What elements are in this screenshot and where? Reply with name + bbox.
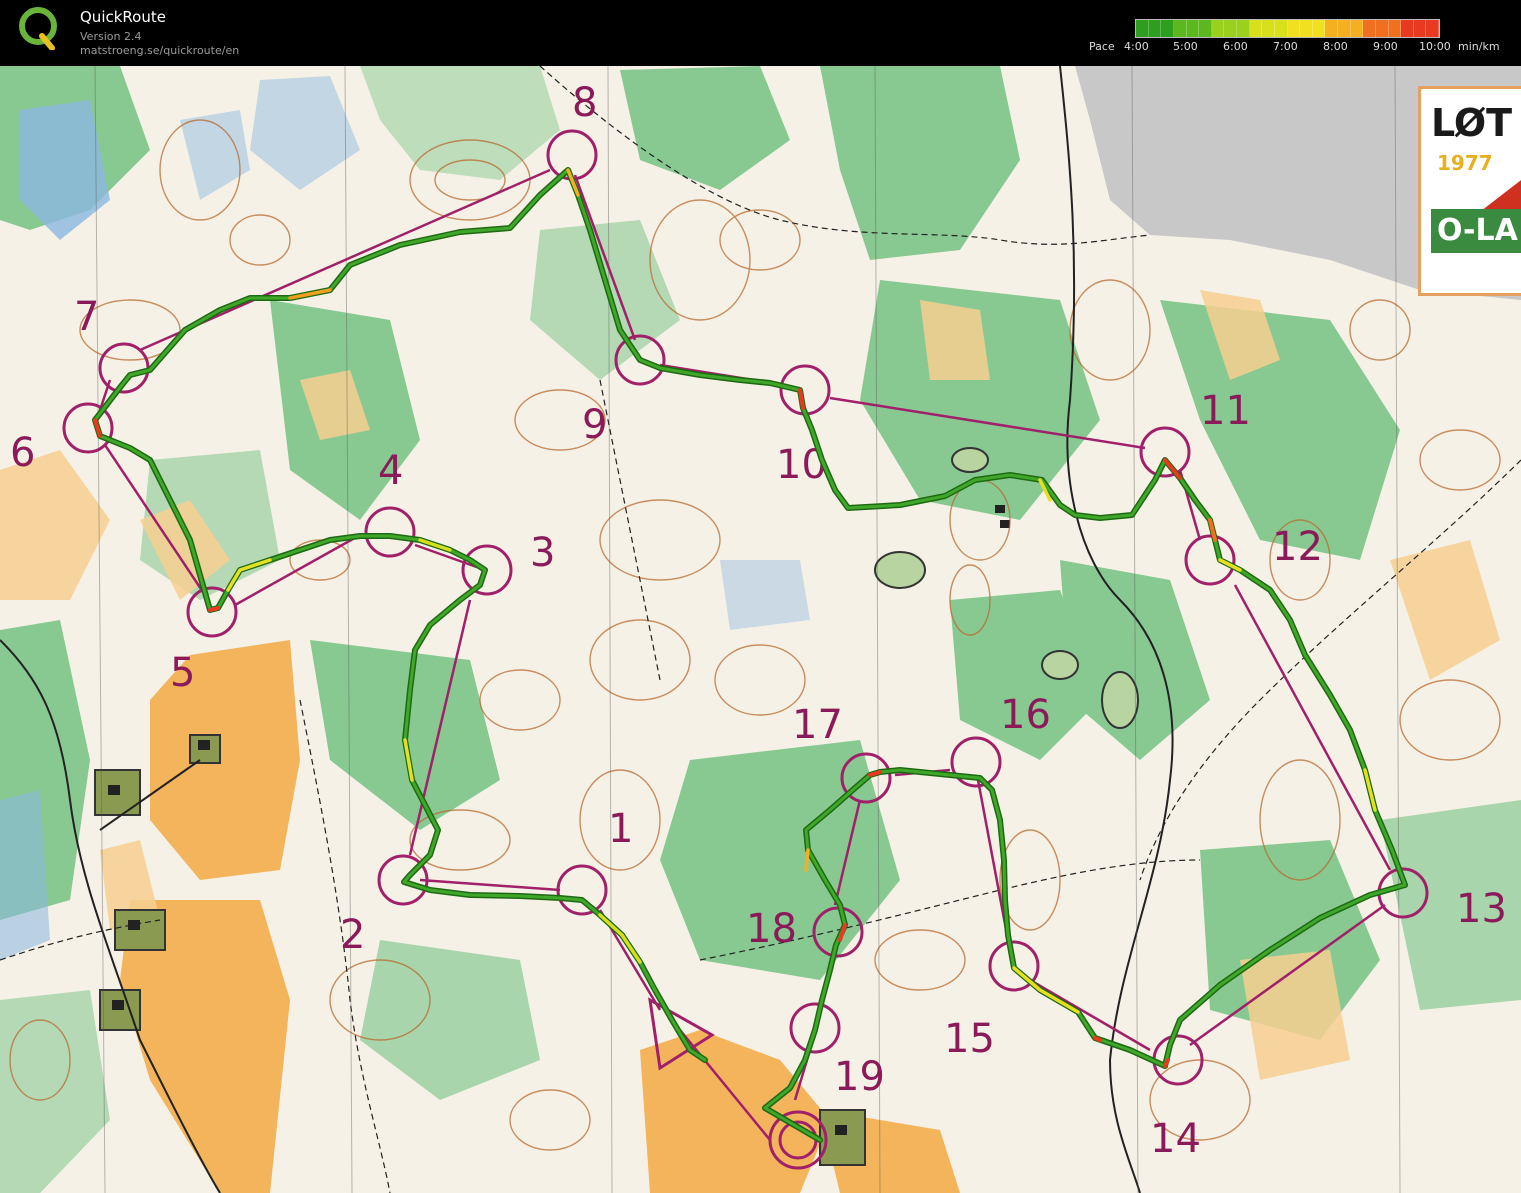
pace-color-cell [1350, 20, 1364, 37]
control-number: 19 [834, 1054, 885, 1100]
orienteering-map[interactable]: 1 2 3 4 5 6 7 8 9 10 11 12 13 14 15 16 1… [0, 66, 1521, 1193]
club-triangle-icon [1481, 177, 1521, 211]
pace-tick: 7:00 [1273, 40, 1298, 53]
pace-label: Pace [1089, 40, 1115, 53]
pace-color-cell [1186, 20, 1200, 37]
pace-color-cell [1224, 20, 1237, 37]
control-number: 5 [170, 650, 195, 696]
pace-tick: 9:00 [1373, 40, 1398, 53]
pace-color-cell [1211, 20, 1225, 37]
pace-unit: min/km [1458, 40, 1500, 53]
control-number: 18 [746, 906, 797, 952]
control-number: 13 [1456, 886, 1507, 932]
pace-color-cell [1136, 20, 1149, 37]
control-number: 1 [608, 806, 633, 852]
quickroute-logo-icon [19, 7, 57, 50]
control-number: 14 [1150, 1116, 1201, 1162]
pace-color-cell [1401, 20, 1414, 37]
pace-color-cell [1426, 20, 1439, 37]
control-number: 6 [10, 430, 35, 476]
control-number: 11 [1200, 388, 1251, 434]
control-number: 15 [944, 1016, 995, 1062]
pace-color-scale [1135, 19, 1440, 38]
pace-color-cell [1199, 20, 1212, 37]
pace-tick: 8:00 [1323, 40, 1348, 53]
pace-color-cell [1161, 20, 1174, 37]
pace-color-cell [1287, 20, 1301, 37]
pace-color-cell [1388, 20, 1402, 37]
app-url[interactable]: matstroeng.se/quickroute/en [80, 44, 239, 57]
pace-color-cell [1262, 20, 1275, 37]
control-number: 7 [74, 294, 99, 340]
pace-color-cell [1375, 20, 1389, 37]
pace-color-cell [1300, 20, 1313, 37]
control-number: 3 [530, 530, 555, 576]
pace-tick: 6:00 [1223, 40, 1248, 53]
pace-tick: 5:00 [1173, 40, 1198, 53]
app-version: Version 2.4 [80, 30, 142, 43]
pace-color-cell [1325, 20, 1338, 37]
pace-color-cell [1173, 20, 1187, 37]
control-number: 9 [582, 402, 607, 448]
app-title: QuickRoute [80, 8, 166, 26]
pace-color-cell [1338, 20, 1351, 37]
pace-color-cell [1363, 20, 1376, 37]
club-logo: O-LA [1431, 209, 1521, 253]
control-number: 2 [340, 912, 365, 958]
pace-tick: 10:00 [1419, 40, 1451, 53]
pace-color-cell [1148, 20, 1162, 37]
control-number: 16 [1000, 692, 1051, 738]
app-header: QuickRoute Version 2.4 matstroeng.se/qui… [0, 0, 1521, 66]
pace-tick: 4:00 [1124, 40, 1149, 53]
control-number: 12 [1272, 524, 1323, 570]
pace-color-cell [1413, 20, 1427, 37]
control-number: 17 [792, 702, 843, 748]
pace-color-cell [1249, 20, 1263, 37]
map-title: LØT [1431, 101, 1513, 145]
control-number: 4 [378, 448, 403, 494]
map-year: 1977 [1437, 151, 1493, 175]
pace-color-cell [1274, 20, 1288, 37]
pace-color-cell [1237, 20, 1250, 37]
control-number: 8 [572, 80, 597, 126]
pace-color-cell [1312, 20, 1326, 37]
map-title-box: LØT 1977 O-LA [1418, 86, 1521, 296]
